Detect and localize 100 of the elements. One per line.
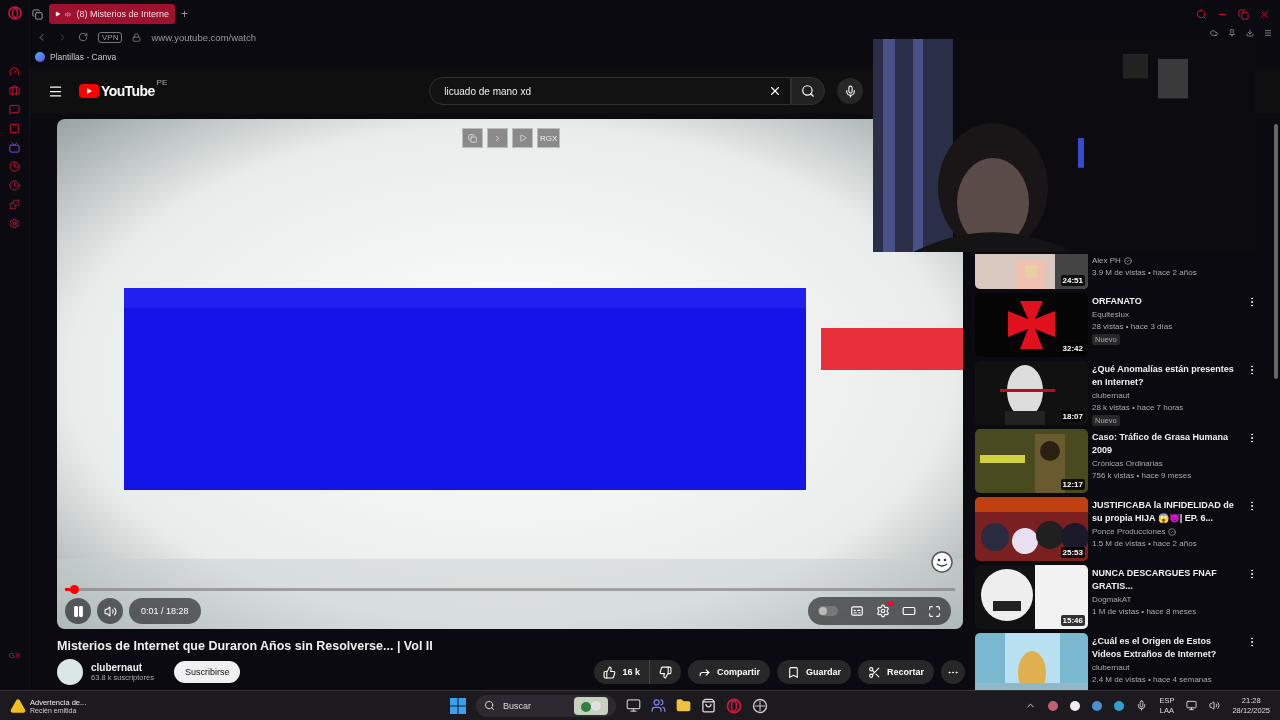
- cloud-icon[interactable]: [1210, 29, 1218, 37]
- voice-search-button[interactable]: [837, 78, 864, 104]
- warning-icon[interactable]: [10, 697, 26, 714]
- search-button[interactable]: [791, 77, 826, 105]
- scissors-icon: [868, 665, 881, 679]
- channel-name[interactable]: clubernaut: [91, 662, 154, 673]
- gauge-icon[interactable]: [9, 66, 20, 77]
- fullscreen-icon[interactable]: [928, 604, 941, 618]
- recommendation-title[interactable]: ¿Cuál es el Origen de Estos Videos Extraños de Internet?: [1092, 635, 1242, 661]
- network-icon[interactable]: [1186, 700, 1198, 711]
- copy-icon: [468, 133, 477, 143]
- time-display: 0:01 / 18:28: [129, 598, 201, 624]
- teams-icon[interactable]: [651, 698, 666, 713]
- video-meta: 2.4 M de vistas • hace 4 semanas: [1092, 675, 1213, 684]
- speaker-icon: [103, 604, 117, 618]
- opera-logo-icon[interactable]: [7, 6, 22, 20]
- duration-badge: 18:07: [1060, 411, 1085, 422]
- restore-icon[interactable]: [1238, 8, 1249, 20]
- recommendation-title[interactable]: ¿Qué Anomalías están presentes en Internet?: [1092, 363, 1242, 389]
- vpn-badge[interactable]: VPN: [98, 31, 123, 43]
- store-icon[interactable]: [701, 698, 716, 713]
- microphone-icon: [843, 84, 857, 98]
- scrubber-handle[interactable]: [69, 585, 79, 594]
- search-bar[interactable]: licuado de mano xd: [429, 77, 792, 105]
- clip-button[interactable]: Recortar: [858, 660, 934, 684]
- duration-badge: 12:17: [1060, 479, 1085, 490]
- pause-button[interactable]: [65, 598, 91, 624]
- youtube-logo-text[interactable]: YouTube: [101, 83, 155, 99]
- channel-name[interactable]: Ponce Producciones: [1092, 527, 1166, 536]
- video-meta: 3.9 M de vistas • hace 2 años: [1092, 268, 1198, 277]
- video-meta: 756 k vistas • hace 9 meses: [1092, 471, 1193, 480]
- lock-icon: [132, 32, 142, 42]
- youtube-logo-icon[interactable]: [79, 84, 99, 98]
- recommendation-title[interactable]: NUNCA DESCARGUES FNAF GRATIS...: [1092, 567, 1242, 593]
- save-button[interactable]: Guardar: [776, 660, 851, 684]
- chat-icon[interactable]: [9, 104, 20, 115]
- pause-icon: [71, 604, 85, 618]
- search-field[interactable]: licuado de mano xd: [442, 84, 769, 98]
- recommendation-title[interactable]: JUSTIFICABA la INFIDELIDAD de su propia HIJA 😱👿| EP. 6...: [1092, 499, 1242, 525]
- menu-icon[interactable]: [48, 83, 63, 99]
- pin-icon[interactable]: [1228, 29, 1236, 37]
- tray-app-icon[interactable]: [1048, 700, 1059, 711]
- volume-button[interactable]: [97, 598, 123, 624]
- history-icon[interactable]: [9, 180, 20, 191]
- browser-tab[interactable]: (8) Misterios de Interne: [49, 4, 175, 24]
- channel-name[interactable]: Alex PH: [1092, 256, 1121, 265]
- duration-badge: 15:46: [1060, 615, 1085, 626]
- reload-icon[interactable]: [78, 32, 88, 42]
- tv-icon[interactable]: [9, 142, 20, 153]
- channel-name[interactable]: clubernaut: [1092, 663, 1130, 672]
- video-title: Misterios de Internet que Duraron Años sin Resolverse... | Vol II: [57, 639, 434, 653]
- task-view-icon[interactable]: [626, 698, 641, 713]
- canva-icon: [35, 52, 45, 62]
- gx-label[interactable]: GX: [8, 651, 21, 660]
- gear-icon: [876, 604, 890, 618]
- opera-icon[interactable]: [726, 697, 742, 714]
- briefcase-icon[interactable]: [9, 85, 20, 96]
- square-icon[interactable]: [9, 123, 20, 134]
- mic-icon[interactable]: [1136, 700, 1148, 711]
- duration-badge: 25:53: [1060, 547, 1085, 558]
- windows-icon[interactable]: [450, 697, 466, 714]
- channel-avatar[interactable]: [57, 659, 83, 685]
- region-label: PE: [156, 78, 168, 87]
- video-meta: 1 M de vistas • hace 8 meses: [1092, 607, 1198, 616]
- channel-name[interactable]: DogmakAT: [1092, 595, 1132, 604]
- close-icon[interactable]: [1259, 8, 1270, 20]
- bookmark-link[interactable]: Plantillas - Canva: [50, 52, 117, 62]
- bookmark-icon: [786, 665, 800, 679]
- speaker-icon: [65, 9, 72, 19]
- thumbs-down-icon: [658, 665, 672, 679]
- video-meta: 28 vistas • hace 3 días: [1092, 322, 1174, 331]
- channel-name[interactable]: Crónicas Ordinarias: [1092, 459, 1163, 468]
- volume-icon[interactable]: [1209, 700, 1221, 711]
- url-text[interactable]: www.youtube.com/watch: [151, 31, 256, 43]
- channel-name[interactable]: Equiteslux: [1092, 310, 1129, 319]
- chevron-icon: [493, 133, 502, 143]
- video-meta: 28 k vistas • hace 7 horas: [1092, 403, 1185, 412]
- theater-icon[interactable]: [902, 604, 916, 618]
- recommendation-title[interactable]: Caso: Tráfico de Grasa Humana 2009: [1092, 431, 1242, 457]
- smiley-icon[interactable]: [931, 551, 953, 573]
- channel-name[interactable]: clubernaut: [1092, 391, 1130, 400]
- taskbar-search-field[interactable]: Buscar: [476, 694, 616, 717]
- play-icon: [518, 134, 527, 142]
- search-icon[interactable]: [1196, 8, 1207, 20]
- video-meta: 1.5 M de vistas • hace 2 años: [1092, 539, 1198, 548]
- clock-icon[interactable]: [9, 161, 20, 172]
- captions-icon[interactable]: [850, 604, 864, 618]
- autoplay-toggle[interactable]: [818, 606, 838, 616]
- share-button[interactable]: Compartir: [687, 660, 770, 684]
- subscribe-button[interactable]: Suscribirse: [173, 661, 241, 683]
- search-placeholder: Buscar: [503, 700, 532, 711]
- search-icon: [801, 84, 816, 98]
- new-tab-button[interactable]: +: [181, 7, 188, 21]
- tab-menu-icon[interactable]: [32, 8, 43, 20]
- play-icon: [55, 10, 61, 18]
- recommendation-title[interactable]: ORFANATO: [1092, 295, 1242, 308]
- folder-icon[interactable]: [676, 698, 691, 713]
- duration-badge: 24:51: [1060, 275, 1085, 286]
- thumbs-up-icon: [603, 665, 617, 679]
- download-icon[interactable]: [1246, 29, 1254, 37]
